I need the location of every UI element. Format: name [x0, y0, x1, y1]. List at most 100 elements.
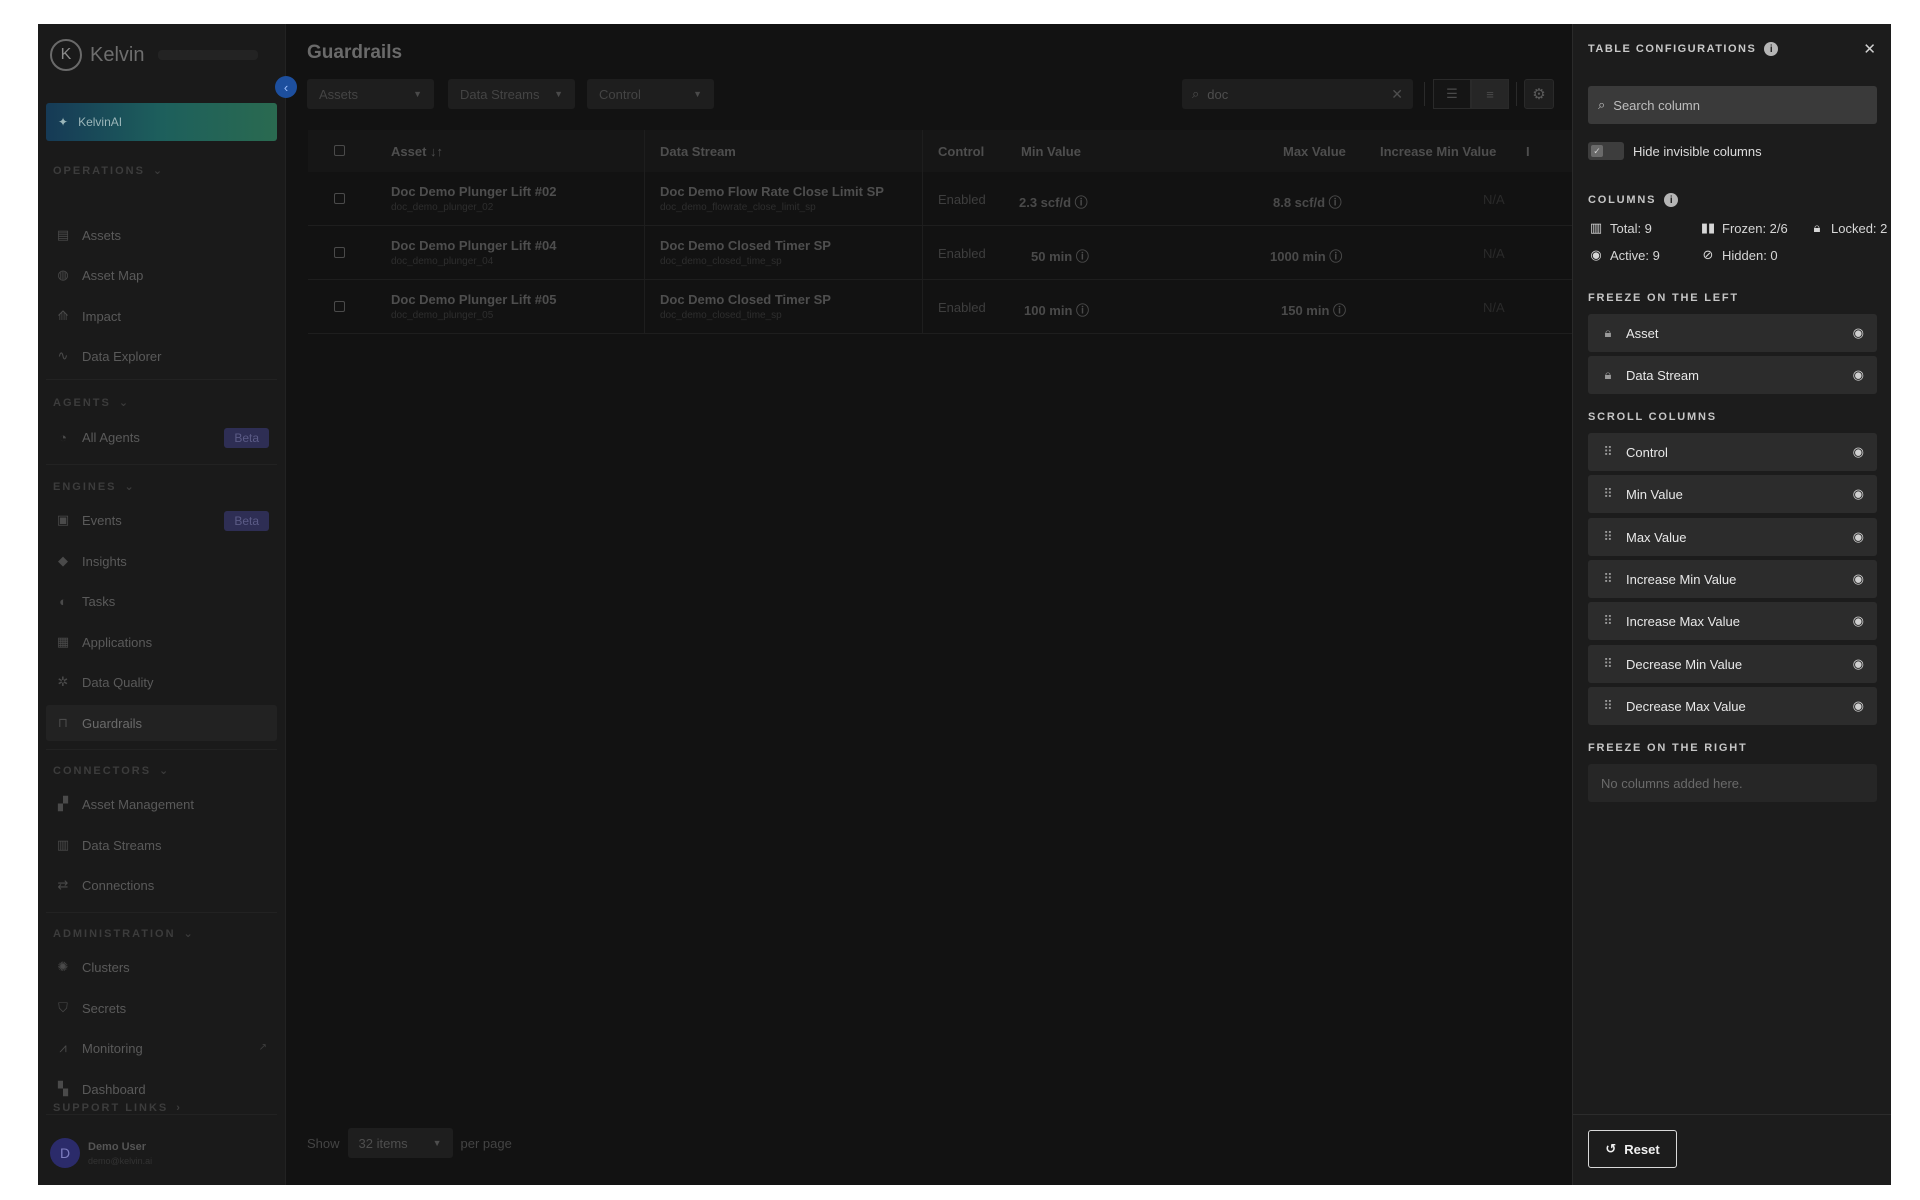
drag-handle-icon[interactable]: ⠿ [1601, 444, 1615, 460]
eye-icon[interactable]: ◉ [1853, 613, 1864, 629]
column-item-label: Data Stream [1626, 367, 1699, 383]
sidebar-item-assets[interactable]: ▤ Assets [46, 217, 277, 253]
data-streams-filter-select[interactable]: Data Streams ▼ [448, 79, 575, 109]
column-header-truncated[interactable]: I [1526, 144, 1530, 159]
max-value-cell[interactable]: 8.8 scf/d ⓘ [1273, 192, 1342, 211]
asset-cell: Doc Demo Plunger Lift #04 doc_demo_plunge… [391, 238, 556, 267]
brand-tagline-placeholder [158, 50, 259, 60]
search-column-input[interactable]: ⌕ Search column [1588, 86, 1877, 124]
sidebar-item-clusters[interactable]: ✺ Clusters [46, 949, 277, 985]
drag-handle-icon[interactable]: ⠿ [1601, 656, 1615, 672]
collapse-sidebar-button[interactable]: ‹ [275, 76, 297, 98]
eye-icon[interactable]: ◉ [1853, 656, 1864, 672]
drag-handle-icon[interactable]: ⠿ [1601, 486, 1615, 502]
column-item-decrease-max-value[interactable]: ⠿ Decrease Max Value ◉ [1588, 687, 1877, 725]
toggle-switch[interactable]: ✓ [1588, 142, 1624, 160]
column-item-increase-min-value[interactable]: ⠿ Increase Min Value ◉ [1588, 560, 1877, 598]
caret-down-icon: ▼ [413, 89, 422, 99]
column-header-data-stream[interactable]: Data Stream [660, 144, 736, 159]
reset-button[interactable]: ↺ Reset [1588, 1130, 1677, 1168]
items-per-page-select[interactable]: 32 items ▼ [347, 1128, 453, 1158]
eye-icon[interactable]: ◉ [1853, 486, 1864, 502]
stat-hidden: ⊘ Hidden: 0 [1700, 247, 1778, 263]
info-icon[interactable]: i [1664, 193, 1679, 207]
sidebar-item-data-quality[interactable]: ✲ Data Quality [46, 664, 277, 700]
table-row[interactable]: Doc Demo Plunger Lift #05 doc_demo_plunge… [308, 280, 1588, 334]
column-item-increase-max-value[interactable]: ⠿ Increase Max Value ◉ [1588, 602, 1877, 640]
column-item-asset[interactable]: 🔒︎ Asset ◉ [1588, 314, 1877, 352]
table-row[interactable]: Doc Demo Plunger Lift #02 doc_demo_plunge… [308, 172, 1588, 226]
sidebar-item-data-explorer[interactable]: ∿ Data Explorer [46, 338, 277, 374]
column-item-max-value[interactable]: ⠿ Max Value ◉ [1588, 518, 1877, 556]
select-all-checkbox[interactable] [334, 145, 345, 156]
lock-icon: 🔒︎ [1604, 325, 1612, 340]
section-administration[interactable]: ADMINISTRATION ⌄ [53, 927, 195, 941]
sidebar-item-all-agents[interactable]: ◔ All Agents Beta [46, 419, 277, 455]
brand-logo[interactable]: K Kelvin [50, 39, 259, 71]
min-value-cell[interactable]: 100 min ⓘ [1024, 300, 1089, 319]
divider [46, 749, 277, 750]
eye-icon[interactable]: ◉ [1853, 571, 1864, 587]
sidebar-item-asset-map[interactable]: ◍ Asset Map [46, 257, 277, 293]
sidebar-item-asset-management[interactable]: ▞ Asset Management [46, 786, 277, 822]
drag-handle-icon[interactable]: ⠿ [1601, 529, 1615, 545]
drag-handle-icon[interactable]: ⠿ [1601, 571, 1615, 587]
max-value-cell[interactable]: 150 min ⓘ [1281, 300, 1346, 319]
sidebar-item-insights[interactable]: ◆ Insights [46, 543, 277, 579]
eye-icon[interactable]: ◉ [1853, 325, 1864, 341]
column-item-min-value[interactable]: ⠿ Min Value ◉ [1588, 475, 1877, 513]
stat-active: ◉ Active: 9 [1588, 247, 1660, 263]
sidebar-item-monitoring[interactable]: ⩘ Monitoring ↗ [46, 1030, 277, 1066]
drag-handle-icon[interactable]: ⠿ [1601, 613, 1615, 629]
column-header-control[interactable]: Control [938, 144, 984, 159]
row-checkbox[interactable] [334, 193, 345, 204]
sidebar-item-events[interactable]: ▣ Events Beta [46, 502, 277, 538]
sidebar-item-secrets[interactable]: ⛉ Secrets [46, 990, 277, 1026]
close-icon[interactable]: ✕ [1863, 40, 1876, 58]
max-value-cell[interactable]: 1000 min ⓘ [1270, 246, 1342, 265]
sidebar-item-applications[interactable]: ▦ Applications [46, 624, 277, 660]
sidebar-item-tasks[interactable]: ◐ Tasks [46, 583, 277, 619]
user-menu[interactable]: D Demo User demo@kelvin.ai [50, 1138, 152, 1168]
eye-icon[interactable]: ◉ [1853, 444, 1864, 460]
section-engines[interactable]: ENGINES ⌄ [53, 480, 136, 494]
hide-invisible-columns-toggle[interactable]: ✓ Hide invisible columns [1588, 142, 1762, 160]
row-checkbox[interactable] [334, 247, 345, 258]
table-search-input[interactable]: ⌕ doc ✕ [1182, 79, 1413, 109]
sidebar-item-data-streams[interactable]: ▥ Data Streams [46, 827, 277, 863]
kelvinai-button[interactable]: ✦ KelvinAI [46, 103, 277, 141]
column-header-asset[interactable]: Asset ↓↑ [391, 144, 443, 159]
section-connectors[interactable]: CONNECTORS ⌄ [53, 764, 170, 778]
info-icon[interactable]: i [1764, 42, 1779, 56]
eye-icon[interactable]: ◉ [1853, 529, 1864, 545]
column-item-decrease-min-value[interactable]: ⠿ Decrease Min Value ◉ [1588, 645, 1877, 683]
column-header-increase-min-value[interactable]: Increase Min Value [1380, 144, 1496, 159]
section-support-links[interactable]: SUPPORT LINKS › [53, 1102, 182, 1114]
min-value-cell[interactable]: 50 min ⓘ [1031, 246, 1089, 265]
sidebar-item-connections[interactable]: ⇄ Connections [46, 867, 277, 903]
table-settings-button[interactable]: ⚙ [1524, 79, 1554, 109]
table-row[interactable]: Doc Demo Plunger Lift #04 doc_demo_plunge… [308, 226, 1588, 280]
column-divider [644, 280, 645, 333]
column-item-data-stream[interactable]: 🔒︎ Data Stream ◉ [1588, 356, 1877, 394]
column-item-control[interactable]: ⠿ Control ◉ [1588, 433, 1877, 471]
control-filter-select[interactable]: Control ▼ [587, 79, 714, 109]
column-header-max-value[interactable]: Max Value [1283, 144, 1346, 159]
eye-icon[interactable]: ◉ [1853, 698, 1864, 714]
info-circle-icon: ⓘ [1076, 303, 1090, 318]
section-operations[interactable]: OPERATIONS ⌄ [53, 164, 164, 178]
assets-filter-select[interactable]: Assets ▼ [307, 79, 434, 109]
sidebar-item-impact[interactable]: ⟰ Impact [46, 298, 277, 334]
row-checkbox[interactable] [334, 301, 345, 312]
min-value-cell[interactable]: 2.3 scf/d ⓘ [1019, 192, 1088, 211]
freeze-right-dropzone[interactable]: No columns added here. [1588, 764, 1877, 802]
clear-search-icon[interactable]: ✕ [1391, 86, 1403, 103]
sidebar-item-guardrails[interactable]: ⊓ Guardrails [46, 705, 277, 741]
column-header-min-value[interactable]: Min Value [1021, 144, 1081, 159]
eye-icon[interactable]: ◉ [1853, 367, 1864, 383]
drag-handle-icon[interactable]: ⠿ [1601, 698, 1615, 714]
compact-view-button[interactable]: ☰ [1433, 79, 1471, 109]
stat-total-value: Total: 9 [1610, 220, 1652, 236]
comfortable-view-button[interactable]: ≡ [1471, 79, 1509, 109]
section-agents[interactable]: AGENTS ⌄ [53, 396, 130, 410]
